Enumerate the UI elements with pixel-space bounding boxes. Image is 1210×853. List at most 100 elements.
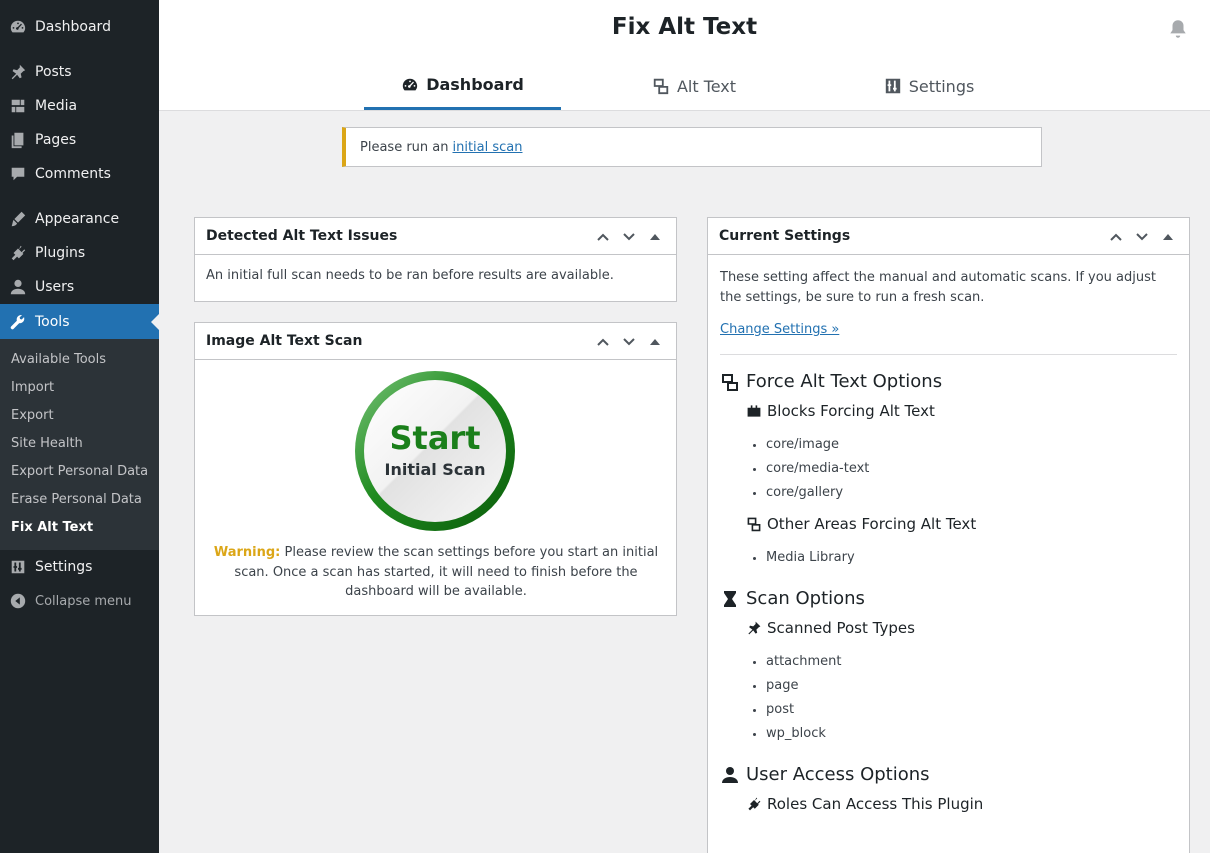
other-areas-heading: Other Areas Forcing Alt Text: [720, 514, 1177, 534]
sidebar-item-label: Appearance: [35, 211, 120, 227]
initial-scan-link[interactable]: initial scan: [452, 140, 522, 155]
sidebar-item-posts[interactable]: Posts: [0, 55, 159, 89]
move-down-icon[interactable]: [616, 329, 642, 355]
plugin-header: Fix Alt Text Dashboard Alt Text Settings: [159, 0, 1210, 111]
submenu-item-erase-personal-data[interactable]: Erase Personal Data: [0, 486, 159, 514]
submenu-item-export-personal-data[interactable]: Export Personal Data: [0, 458, 159, 486]
notice-text: Please run an: [360, 139, 449, 155]
plugins-icon: [8, 243, 28, 263]
submenu-item-site-health[interactable]: Site Health: [0, 430, 159, 458]
sidebar-item-label: Tools: [35, 313, 70, 330]
postbox-header: Image Alt Text Scan: [195, 323, 676, 360]
initial-scan-notice: Please run an initial scan: [342, 127, 1042, 167]
images-icon: [722, 374, 738, 391]
sidebar-item-label: Dashboard: [35, 19, 111, 35]
start-initial-scan-button[interactable]: Start Initial Scan: [355, 371, 515, 531]
sidebar-item-tools[interactable]: Tools: [0, 304, 159, 339]
tab-label: Dashboard: [426, 75, 524, 94]
comments-icon: [8, 164, 28, 184]
block-icon: [747, 405, 761, 417]
move-up-icon[interactable]: [590, 224, 616, 250]
submenu-item-export[interactable]: Export: [0, 402, 159, 430]
sidebar-item-pages[interactable]: Pages: [0, 123, 159, 157]
sidebar-item-users[interactable]: Users: [0, 270, 159, 304]
user-access-heading: User Access Options: [720, 765, 1177, 785]
move-down-icon[interactable]: [1129, 224, 1155, 250]
move-up-icon[interactable]: [590, 329, 616, 355]
sidebar-item-settings[interactable]: Settings: [0, 550, 159, 584]
other-areas-list: Media Library: [720, 546, 1177, 570]
detected-issues-box: Detected Alt Text Issues An initial full…: [194, 217, 677, 302]
gauge-icon: [403, 78, 418, 90]
sidebar-item-label: Posts: [35, 64, 72, 80]
toggle-panel-icon[interactable]: [642, 224, 668, 250]
postbox-header: Current Settings: [708, 218, 1189, 255]
subsection-title: Roles Can Access This Plugin: [767, 795, 984, 813]
start-label: Start: [389, 419, 481, 457]
subsection-title: Blocks Forcing Alt Text: [767, 402, 935, 420]
settings-body: These setting affect the manual and auto…: [708, 255, 1189, 814]
pages-icon: [8, 130, 28, 150]
collapse-icon: [8, 591, 28, 611]
list-item: wp_block: [766, 722, 1177, 746]
sidebar-item-label: Pages: [35, 132, 77, 148]
sidebar-item-label: Collapse menu: [35, 593, 132, 609]
start-button-face: Start Initial Scan: [364, 380, 506, 522]
toggle-panel-icon[interactable]: [642, 329, 668, 355]
blocks-list: core/image core/media-text core/gallery: [720, 433, 1177, 505]
images-icon: [653, 78, 669, 95]
list-item: attachment: [766, 650, 1177, 674]
tab-label: Alt Text: [676, 76, 737, 96]
toggle-panel-icon[interactable]: [1155, 224, 1181, 250]
submenu-item-import[interactable]: Import: [0, 374, 159, 402]
user-icon: [722, 767, 738, 783]
scan-warning: Warning: Please review the scan settings…: [211, 543, 661, 602]
tab-settings[interactable]: Settings: [859, 62, 999, 110]
post-types-list: attachment page post wp_block: [720, 650, 1177, 746]
current-settings-box: Current Settings These setting affect th…: [707, 217, 1190, 853]
sidebar-item-label: Users: [35, 279, 75, 295]
tools-submenu: Available Tools Import Export Site Healt…: [0, 339, 159, 550]
roles-access-heading: Roles Can Access This Plugin: [720, 794, 1177, 814]
sidebar-item-dashboard[interactable]: Dashboard: [0, 10, 159, 44]
sidebar-item-label: Settings: [35, 559, 93, 575]
submenu-item-available-tools[interactable]: Available Tools: [0, 346, 159, 374]
divider: [720, 354, 1177, 355]
postbox-title: Detected Alt Text Issues: [206, 228, 398, 244]
settings-icon: [8, 557, 28, 577]
initial-scan-label: Initial Scan: [384, 460, 486, 479]
scan-options-heading: Scan Options: [720, 589, 1177, 609]
section-title: Force Alt Text Options: [746, 371, 943, 392]
pin-icon: [8, 62, 28, 82]
blocks-forcing-heading: Blocks Forcing Alt Text: [720, 401, 1177, 421]
submenu-item-fix-alt-text[interactable]: Fix Alt Text: [0, 514, 159, 542]
sidebar-item-label: Media: [35, 98, 78, 114]
postbox-controls: [1103, 218, 1181, 255]
list-item: core/media-text: [766, 457, 1177, 481]
list-item: core/gallery: [766, 481, 1177, 505]
warning-text: Please review the scan settings before y…: [234, 545, 659, 599]
postbox-title: Current Settings: [719, 228, 851, 244]
sidebar-item-media[interactable]: Media: [0, 89, 159, 123]
move-down-icon[interactable]: [616, 224, 642, 250]
list-item: page: [766, 674, 1177, 698]
list-item: Media Library: [766, 546, 1177, 570]
postbox-controls: [590, 323, 668, 360]
sliders-icon: [885, 78, 900, 94]
move-up-icon[interactable]: [1103, 224, 1129, 250]
change-settings-link[interactable]: Change Settings »: [720, 322, 839, 337]
collapse-menu-button[interactable]: Collapse menu: [0, 584, 159, 618]
pin-icon: [748, 621, 761, 635]
media-icon: [8, 96, 28, 116]
page-title: Fix Alt Text: [611, 14, 758, 40]
bell-icon[interactable]: [1167, 18, 1189, 40]
tab-alt-text[interactable]: Alt Text: [619, 62, 769, 110]
postbox-title: Image Alt Text Scan: [206, 333, 363, 349]
appearance-icon: [8, 209, 28, 229]
tab-dashboard[interactable]: Dashboard: [364, 62, 561, 110]
postbox-header: Detected Alt Text Issues: [195, 218, 676, 255]
sidebar-item-plugins[interactable]: Plugins: [0, 236, 159, 270]
sidebar-item-comments[interactable]: Comments: [0, 157, 159, 191]
sidebar-item-appearance[interactable]: Appearance: [0, 202, 159, 236]
sidebar-item-label: Comments: [35, 166, 111, 182]
